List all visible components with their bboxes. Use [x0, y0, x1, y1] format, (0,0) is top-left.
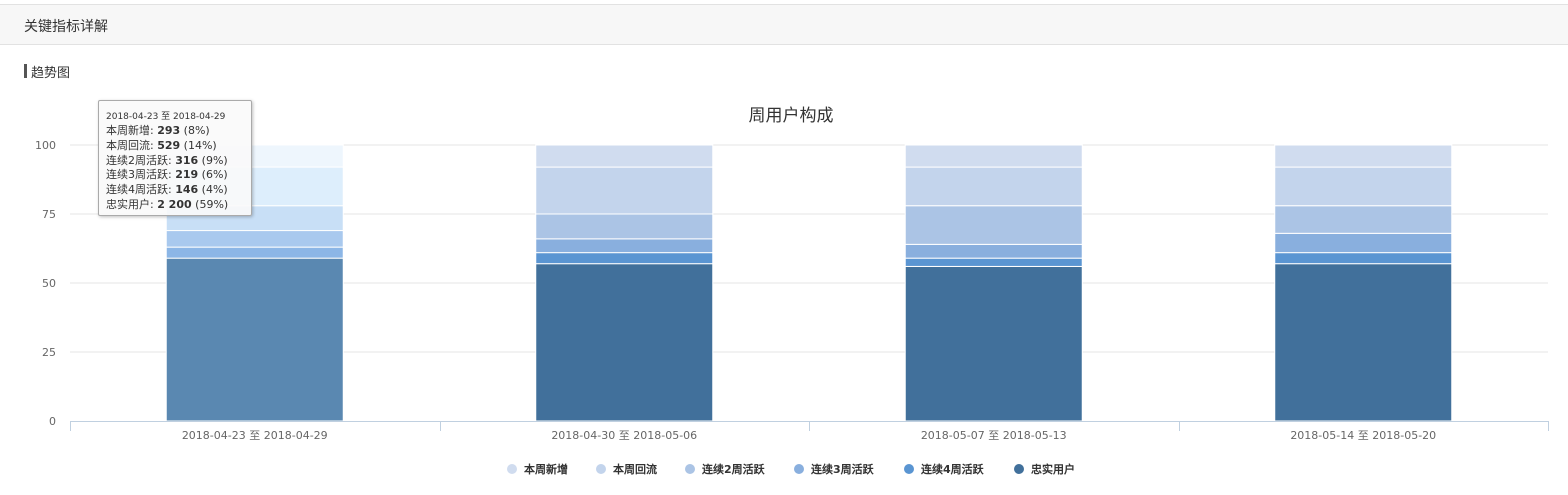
section-title-text: 趋势图	[31, 65, 71, 81]
y-tick-label: 25	[42, 346, 56, 359]
bar-segment	[535, 144, 714, 168]
bar-segment	[904, 243, 1083, 259]
bar-segment	[1274, 232, 1453, 254]
tooltip-value: 146	[175, 183, 199, 197]
tooltip-row: 本周新增: 293 (8%)	[106, 124, 251, 139]
y-tick-label: 100	[35, 139, 56, 152]
tooltip-label: 本周新增:	[106, 124, 158, 137]
legend-marker	[904, 464, 914, 474]
tooltip-value: 219	[175, 168, 199, 182]
bar-segment	[904, 166, 1083, 207]
x-tick-label: 2018-05-07 至 2018-05-13	[921, 429, 1067, 442]
y-tick-label: 50	[42, 277, 56, 290]
bar-segment	[1274, 144, 1453, 168]
bar-segment	[904, 265, 1083, 422]
tooltip-value: 2 200	[157, 197, 192, 211]
bar-segment	[535, 213, 714, 240]
bar-segment	[165, 257, 344, 422]
x-tick-label: 2018-04-23 至 2018-04-29	[182, 429, 328, 442]
tooltip-pct: (9%)	[201, 153, 228, 167]
bar-segment	[535, 238, 714, 254]
tooltip-value: 316	[175, 153, 199, 167]
tooltip-header: 2018-04-23 至 2018-04-29	[106, 112, 226, 122]
legend-label: 本周新增	[524, 462, 568, 476]
x-tick-label: 2018-05-14 至 2018-05-20	[1290, 429, 1436, 442]
tooltip-row: 连续4周活跃: 146 (4%)	[106, 183, 251, 198]
bar-segment	[1274, 205, 1453, 234]
legend-marker	[596, 464, 606, 474]
tooltip-pct: (6%)	[201, 168, 228, 182]
tooltip-pct: (8%)	[183, 124, 210, 137]
tooltip-row: 连续2周活跃: 316 (9%)	[106, 154, 251, 169]
bar-segment	[535, 166, 714, 215]
panel-title: 关键指标详解	[24, 19, 108, 35]
tooltip-value: 293	[157, 124, 181, 137]
chart-title: 周用户构成	[749, 106, 834, 126]
bar-segment	[1274, 263, 1453, 422]
bar-segment	[1274, 252, 1453, 265]
tooltip-label: 忠实用户:	[106, 197, 158, 211]
tooltip-pct: (59%)	[195, 197, 229, 211]
bar-segment	[535, 263, 714, 422]
tooltip-value: 529	[157, 138, 181, 152]
section-title: 趋势图	[24, 63, 71, 81]
tooltip-row: 连续3周活跃: 219 (6%)	[106, 168, 251, 183]
tooltip-pct: (14%)	[183, 138, 217, 152]
legend-marker	[1014, 464, 1024, 474]
legend-label: 本周回流	[613, 462, 657, 476]
legend-marker	[794, 464, 804, 474]
tooltip-label: 连续3周活跃:	[106, 168, 176, 182]
legend-marker	[507, 464, 517, 474]
bar-segment	[1274, 166, 1453, 207]
tooltip-row: 本周回流: 529 (14%)	[106, 139, 251, 154]
y-tick-label: 75	[42, 208, 56, 221]
section-marker	[24, 64, 27, 78]
bar-segment	[904, 144, 1083, 168]
legend: 本周新增 本周回流 连续2周活跃 连续3周活跃 连续4周活跃 忠实用户	[507, 462, 1075, 476]
x-axis: 2018-04-23 至 2018-04-29 2018-04-30 至 2018…	[70, 421, 1549, 442]
y-axis: 0 25 50 75 100	[35, 139, 56, 428]
tooltip: 2018-04-23 至 2018-04-29 本周新增: 293 (8%) 本…	[98, 100, 252, 216]
bar-segment	[904, 205, 1083, 245]
x-tick-label: 2018-04-30 至 2018-05-06	[551, 429, 697, 442]
tooltip-label: 连续2周活跃:	[106, 153, 176, 167]
bar-segment	[165, 230, 344, 248]
bar-segment	[535, 252, 714, 265]
tooltip-label: 本周回流:	[106, 138, 158, 152]
legend-label: 忠实用户	[1031, 462, 1075, 476]
bar-segment	[165, 246, 344, 259]
tooltip-pct: (4%)	[201, 183, 228, 197]
tooltip-row: 忠实用户: 2 200 (59%)	[106, 198, 251, 213]
legend-marker	[685, 464, 695, 474]
y-tick-label: 0	[49, 415, 56, 428]
legend-label: 连续4周活跃	[921, 462, 985, 476]
legend-label: 连续3周活跃	[811, 462, 875, 476]
bar-segment	[904, 257, 1083, 267]
panel-header: 关键指标详解	[0, 4, 1568, 45]
legend-label: 连续2周活跃	[702, 462, 766, 476]
tooltip-label: 连续4周活跃:	[106, 183, 176, 197]
